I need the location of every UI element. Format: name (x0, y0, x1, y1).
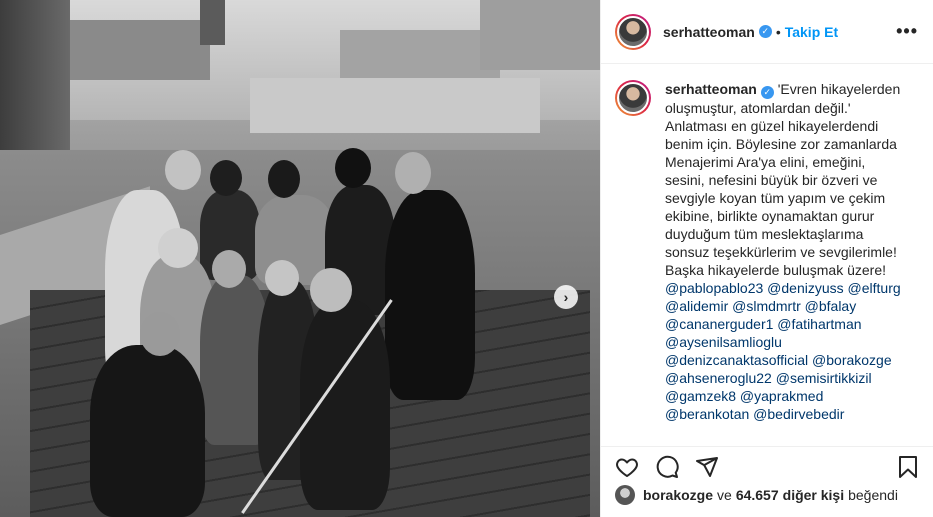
follow-button[interactable]: Takip Et (785, 24, 838, 40)
photo-building (480, 0, 600, 70)
instagram-post: › serhatteoman ✓ • Takip Et ••• serhatte… (0, 0, 933, 517)
header-username[interactable]: serhatteoman (663, 24, 755, 40)
caption-line: sonsuz teşekkürlerim ve sevgilerimle! (665, 243, 897, 260)
caption-mentions[interactable]: @berankotan @bedirvebedir (665, 405, 921, 423)
photo-head (335, 148, 371, 188)
photo-person (385, 190, 475, 400)
caption-line: Menajerimi Ara'ya elini, emeğini, (665, 153, 866, 170)
photo-head (268, 160, 300, 198)
carousel-next-icon[interactable]: › (554, 285, 578, 309)
verified-badge-icon: ✓ (760, 85, 774, 99)
caption-line: duyduğum tüm meslektaşlarıma (665, 225, 864, 242)
caption-mentions[interactable]: @aysenilsamlioglu (665, 333, 921, 351)
header-separator: • (775, 23, 781, 40)
share-icon[interactable] (695, 455, 719, 479)
photo-head (265, 260, 299, 296)
post-header: serhatteoman ✓ • Takip Et ••• (601, 0, 933, 64)
action-bar (601, 446, 933, 486)
post-photo[interactable]: › (0, 0, 600, 517)
caption-line: serhatteoman ✓ 'Evren hikayelerden (665, 80, 921, 99)
verified-badge-icon: ✓ (758, 25, 772, 38)
caption-mentions[interactable]: @alidemir @slmdmrtr @bfalay (665, 297, 921, 315)
photo-building (250, 78, 540, 133)
caption-mentions[interactable]: @gamzek8 @yaprakmed (665, 387, 921, 405)
caption-mentions[interactable]: @cananerguder1 @fatihartman (665, 315, 921, 333)
avatar[interactable] (615, 13, 651, 50)
photo-building (200, 0, 225, 45)
photo-head (140, 312, 180, 356)
photo-head (395, 152, 431, 194)
caption-avatar[interactable] (615, 80, 651, 116)
likes-suffix: beğendi (848, 487, 898, 503)
caption-mentions[interactable]: @ahseneroglu22 @semisirtikkizil (665, 369, 921, 387)
photo-head (165, 150, 201, 190)
caption-line: Anlatması en güzel hikayelerdendi (665, 117, 879, 134)
carousel-next-glyph: › (563, 289, 569, 305)
caption-line: oluşmuştur, atomlardan değil.' (665, 99, 851, 116)
comment-icon[interactable] (655, 455, 679, 479)
caption-line-text: 'Evren hikayelerden (777, 81, 901, 97)
post-side-panel: serhatteoman ✓ • Takip Et ••• serhatteom… (600, 0, 933, 517)
photo-head (158, 228, 198, 268)
liker-avatar[interactable] (615, 485, 635, 505)
more-options-icon[interactable]: ••• (896, 22, 918, 40)
likes-others[interactable]: diğer kişi (783, 487, 844, 503)
caption: serhatteoman ✓ 'Evren hikayelerden oluşmu… (615, 80, 925, 423)
photo-person (300, 300, 390, 510)
photo-head (210, 160, 242, 196)
liker-username[interactable]: borakozge (643, 487, 713, 503)
caption-mentions[interactable]: @denizcanaktasofficial @borakozge (665, 351, 921, 369)
caption-line: benim için. Böylesine zor zamanlarda (665, 135, 897, 152)
caption-line: ekibine, birlikte oynamaktan gurur (665, 207, 875, 224)
caption-text: serhatteoman ✓ 'Evren hikayelerden oluşmu… (665, 80, 921, 423)
likes-summary: borakozge ve 64.657 diğer kişi beğendi (615, 485, 898, 505)
likes-connector: ve (717, 487, 732, 503)
photo-person (90, 345, 205, 517)
caption-line: sesini, nefesini büyük bir özveri ve (665, 171, 878, 188)
caption-username[interactable]: serhatteoman (665, 81, 757, 97)
photo-head (212, 250, 246, 288)
caption-line: sevgiyle koyan tüm yapım ve çekim (665, 189, 886, 206)
like-heart-icon[interactable] (615, 455, 639, 479)
photo-head (310, 268, 352, 312)
save-bookmark-icon[interactable] (896, 455, 920, 479)
likes-count[interactable]: 64.657 (736, 487, 779, 503)
caption-mentions[interactable]: @pablopablo23 @denizyuss @elfturg (665, 279, 921, 297)
photo-building (70, 20, 210, 80)
caption-line: Başka hikayelerde buluşmak üzere! (665, 261, 887, 278)
